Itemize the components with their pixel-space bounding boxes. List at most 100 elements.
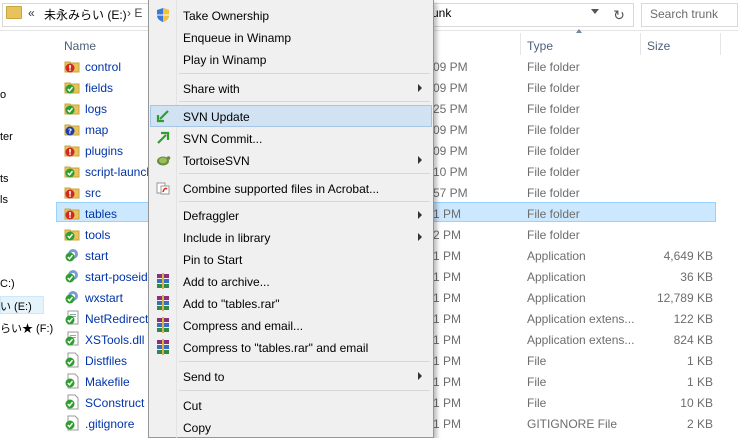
file-name: fields — [85, 81, 114, 95]
column-divider[interactable] — [640, 33, 641, 55]
svn-conflict-folder-icon — [64, 142, 80, 158]
svn-normal-file-icon — [64, 352, 80, 368]
file-name: NetRedirect — [85, 312, 149, 326]
column-divider[interactable] — [520, 33, 521, 55]
svn-conflict-folder-icon — [64, 58, 80, 74]
file-date-modified: 09 PM — [433, 60, 468, 74]
svn-commit-icon — [155, 130, 171, 146]
nav-item[interactable]: o — [0, 89, 6, 101]
submenu-arrow-icon — [418, 372, 422, 380]
file-name: start — [85, 249, 109, 263]
file-size: 12,789 KB — [656, 291, 713, 305]
file-type: Application — [527, 249, 586, 263]
breadcrumb-current[interactable]: unk — [432, 6, 451, 20]
menu-item-pin-start[interactable]: Pin to Start — [183, 253, 242, 267]
breadcrumb-drive[interactable]: 未永みらい (E:) — [44, 6, 127, 23]
file-name: plugins — [85, 144, 124, 158]
file-type: GITIGNORE File — [527, 417, 618, 431]
menu-item-add-tables-rar[interactable]: Add to "tables.rar" — [183, 297, 280, 311]
file-type: Application extens... — [527, 333, 635, 347]
file-size: 10 KB — [680, 396, 713, 410]
svn-normal-file-icon — [64, 415, 80, 431]
file-name: tables — [85, 207, 118, 221]
folder-icon — [6, 6, 22, 19]
menu-item-add-archive[interactable]: Add to archive... — [183, 275, 270, 289]
menu-item-share-with[interactable]: Share with — [183, 82, 240, 96]
file-type: File folder — [527, 144, 580, 158]
file-type: Application extens... — [527, 312, 635, 326]
file-type: File folder — [527, 81, 580, 95]
file-date-modified: 25 PM — [433, 102, 468, 116]
menu-item-tortoisesvn[interactable]: TortoiseSVN — [183, 154, 250, 168]
file-name: wxstart — [85, 291, 124, 305]
nav-item-drive-e[interactable]: い (E:) — [0, 298, 32, 314]
file-type: File folder — [527, 60, 580, 74]
file-type: File folder — [527, 228, 580, 242]
svn-normal-folder-icon — [64, 100, 80, 116]
acrobat-icon — [155, 180, 171, 196]
file-type: Application — [527, 270, 586, 284]
submenu-arrow-icon — [418, 84, 422, 92]
file-date-modified: 1 PM — [433, 312, 462, 326]
svg-text:?: ? — [68, 128, 72, 136]
menu-item-compress-tables-email[interactable]: Compress to "tables.rar" and email — [183, 341, 368, 355]
winrar-icon — [155, 339, 171, 355]
file-date-modified: 09 PM — [433, 123, 468, 137]
file-date-modified: 1 PM — [433, 291, 462, 305]
file-date-modified: 10 PM — [433, 165, 468, 179]
menu-item-svn-commit[interactable]: SVN Commit... — [183, 132, 262, 146]
menu-separator — [179, 390, 430, 391]
file-name: Distfiles — [85, 354, 128, 368]
menu-item-enqueue-winamp[interactable]: Enqueue in Winamp — [183, 31, 291, 45]
nav-item-drive-f[interactable]: らい★ (F:) — [0, 320, 53, 336]
file-name: XSTools.dll — [85, 333, 145, 347]
nav-item[interactable]: C:) — [0, 278, 15, 290]
menu-item-take-ownership[interactable]: Take Ownership — [183, 9, 269, 23]
column-header-size[interactable]: Size — [647, 39, 670, 53]
menu-item-compress-email[interactable]: Compress and email... — [183, 319, 303, 333]
file-date-modified: 1 PM — [433, 396, 462, 410]
file-size: 122 KB — [673, 312, 713, 326]
file-type: File folder — [527, 102, 580, 116]
file-size: 1 KB — [686, 354, 713, 368]
column-header-type[interactable]: Type — [527, 39, 553, 53]
breadcrumb-overflow[interactable]: « — [28, 6, 35, 20]
svn-normal-folder-icon — [64, 163, 80, 179]
file-name: script-launcher — [85, 165, 151, 179]
menu-item-cut[interactable]: Cut — [183, 399, 202, 413]
menu-item-include-library[interactable]: Include in library — [183, 231, 270, 245]
menu-item-send-to[interactable]: Send to — [183, 370, 224, 384]
file-type: File folder — [527, 165, 580, 179]
search-placeholder: Search trunk — [650, 7, 719, 21]
file-date-modified: 2 PM — [433, 228, 462, 242]
file-name: logs — [85, 102, 108, 116]
menu-gutter — [176, 0, 177, 438]
svn-update-icon — [155, 108, 171, 124]
file-type: Application — [527, 291, 586, 305]
file-name: src — [85, 186, 101, 200]
file-size: 36 KB — [680, 270, 713, 284]
file-date-modified: 09 PM — [433, 81, 468, 95]
nav-item[interactable]: ts — [0, 173, 9, 185]
file-name: control — [85, 60, 122, 74]
menu-item-combine-acrobat[interactable]: Combine supported files in Acrobat... — [183, 182, 379, 196]
file-date-modified: 1 PM — [433, 249, 462, 263]
menu-item-play-winamp[interactable]: Play in Winamp — [183, 53, 266, 67]
nav-item[interactable]: ter — [0, 131, 13, 143]
svn-conflict-folder-icon — [64, 205, 80, 221]
svn-conflict-folder-icon — [64, 184, 80, 200]
menu-item-copy[interactable]: Copy — [183, 421, 211, 435]
column-header-name[interactable]: Name — [64, 39, 96, 53]
nav-item[interactable]: ls — [0, 194, 8, 206]
menu-item-defraggler[interactable]: Defraggler — [183, 209, 239, 223]
file-name: tools — [85, 228, 111, 242]
tortoisesvn-icon — [155, 152, 171, 168]
svn-normal-folder-icon — [64, 79, 80, 95]
file-date-modified: 1 PM — [433, 270, 462, 284]
chevron-down-icon[interactable] — [591, 9, 599, 14]
file-type: File folder — [527, 123, 580, 137]
menu-separator — [179, 101, 430, 102]
refresh-button[interactable]: ↻ — [605, 3, 634, 27]
breadcrumb-separator[interactable]: › E — [127, 6, 142, 20]
column-divider[interactable] — [720, 33, 721, 55]
